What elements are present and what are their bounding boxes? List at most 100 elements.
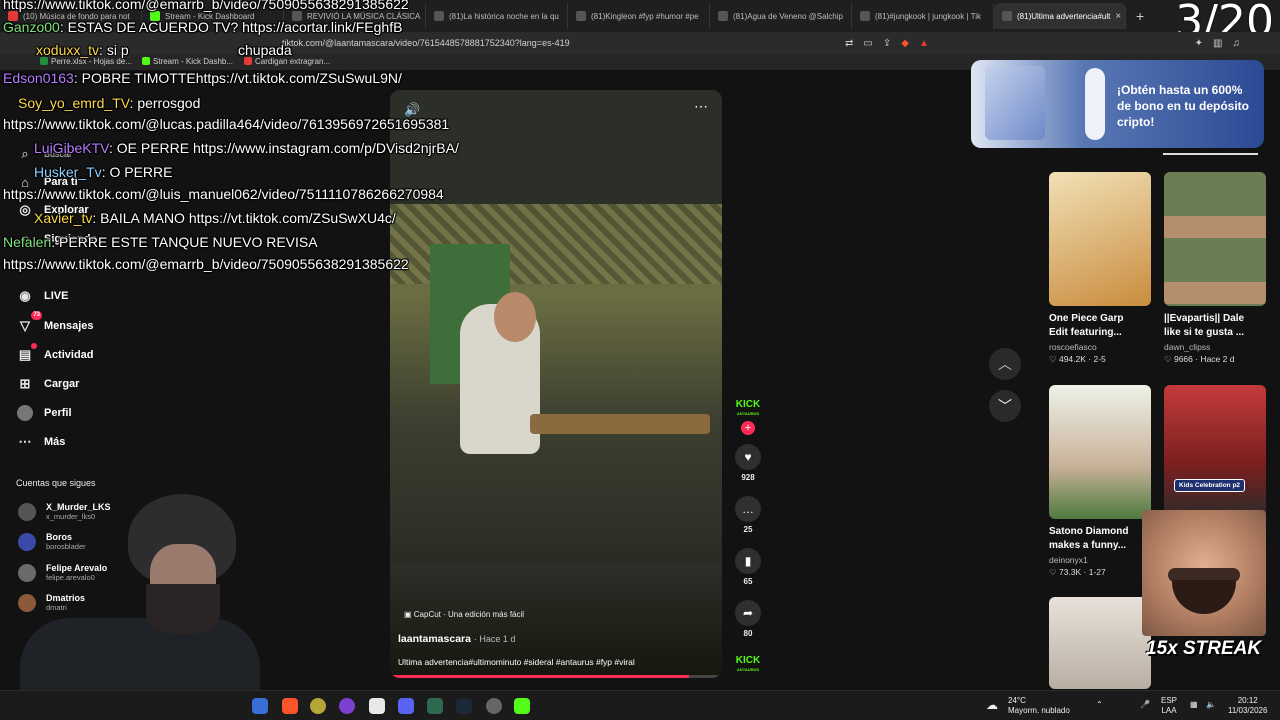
follow-plus-button[interactable]: +	[741, 421, 755, 435]
chat-username[interactable]: Nefalen	[3, 234, 51, 250]
browser-tab[interactable]: (81)Agua de Veneno @Salchip	[710, 3, 852, 29]
previous-video-button[interactable]: ︿	[989, 348, 1021, 380]
settings-gear-icon[interactable]	[486, 698, 502, 714]
share-arrow-icon[interactable]: ➦	[735, 600, 761, 626]
creator-avatar[interactable]: KICK ANTAURUS +	[733, 400, 763, 435]
bookmark-icon[interactable]: ▮	[735, 548, 761, 574]
brave-browser-icon[interactable]	[282, 698, 298, 714]
video-player[interactable]: 🔊 ⋯ ▣ CapCut · Una edición más fácil laa…	[390, 90, 722, 678]
translate-icon[interactable]: ⇄	[845, 38, 853, 49]
cast-icon[interactable]: ▭	[863, 38, 872, 49]
video-thumbnail	[1164, 385, 1266, 519]
bookmark-label: Stream - Kick Dashb...	[153, 57, 234, 66]
brave-shield-icon[interactable]: ◆	[901, 38, 909, 49]
chat-username[interactable]: Edson0163	[3, 70, 74, 86]
sheets-icon	[40, 57, 48, 65]
chat-username[interactable]: Xavier_tv	[34, 210, 92, 226]
app-icon[interactable]	[310, 698, 326, 714]
language-indicator[interactable]: ESP LAA	[1161, 696, 1177, 716]
tray-chevron-icon[interactable]: ⌃	[1096, 700, 1103, 710]
video-author[interactable]: laantamascara · Hace 1 d	[398, 633, 515, 645]
browser-tab[interactable]: (81)#jungkook | jungkook | Tik	[852, 3, 994, 29]
sidebar-item-live[interactable]: ◉ LIVE	[16, 287, 68, 305]
chat-message: Husker_Tv: O PERRE	[34, 164, 172, 180]
network-icon[interactable]: ▦	[1190, 700, 1198, 710]
chat-message: LuiGibeKTV: OE PERRE https://www.instagr…	[34, 140, 459, 156]
gift-box-icon	[985, 66, 1045, 140]
bookmark-item[interactable]: Cardigan extragran...	[244, 57, 330, 66]
obs-icon[interactable]	[339, 698, 355, 714]
lang-code: ESP	[1161, 696, 1178, 705]
terminal-icon[interactable]	[427, 698, 443, 714]
webcam-person-beard	[146, 584, 220, 634]
comment-action[interactable]: … 25	[733, 496, 763, 534]
kick-logo: KICK ANTAURUS	[733, 400, 763, 418]
kick-app-icon[interactable]	[514, 698, 530, 714]
discord-icon[interactable]	[398, 698, 414, 714]
kick-logo: KICK ANTAURUS	[733, 656, 763, 674]
notepad-icon[interactable]	[369, 698, 385, 714]
video-thumbnail	[1049, 597, 1151, 689]
browser-tab[interactable]: (81)Kingleon #fyp #humor #pe	[568, 3, 710, 29]
chat-username[interactable]: Husker_Tv	[34, 164, 102, 180]
laughing-emote-overlay	[1142, 510, 1266, 636]
bookmark-item[interactable]: Perre.xlsx - Hojas de...	[40, 57, 132, 66]
more-options-icon[interactable]: ⋯	[694, 98, 708, 115]
sidebar-item-label: Cargar	[44, 378, 80, 390]
chat-text: : BAILA MANO https://vt.tiktok.com/ZSuSw…	[92, 210, 396, 226]
chat-username[interactable]: Ganzo00	[3, 19, 60, 35]
recommended-video-card[interactable]: Kids Celebration p2	[1164, 385, 1266, 519]
comment-icon[interactable]: …	[735, 496, 761, 522]
recommended-video-card[interactable]: Satono Diamond makes a funny... deinonyx…	[1049, 385, 1151, 578]
chat-username[interactable]: Soy_yo_emrd_TV	[18, 95, 130, 111]
crypto-ad-banner[interactable]: ¡Obtén hasta un 600% de bono en tu depós…	[971, 60, 1264, 148]
recommended-video-card[interactable]: ||Evapartis|| Dale like si te gusta ... …	[1164, 172, 1266, 365]
more-dots-icon: ⋯	[18, 434, 32, 449]
sidebar-item-more[interactable]: ⋯ Más	[16, 433, 66, 451]
capcut-link[interactable]: ▣ CapCut · Una edición más fácil	[404, 610, 524, 619]
recommended-video-card[interactable]: One Piece Garp Edit featuring... roscoef…	[1049, 172, 1151, 365]
recommended-video-card[interactable]	[1049, 597, 1151, 689]
sidebar-item-label: Mensajes	[44, 320, 94, 332]
save-action[interactable]: ▮ 65	[733, 548, 763, 586]
clock-date: 11/03/2026	[1228, 706, 1268, 715]
chat-text: chupada	[238, 42, 292, 58]
next-video-button[interactable]: ﹀	[989, 390, 1021, 422]
like-action[interactable]: ♥ 928	[733, 444, 763, 482]
sidebar-icon[interactable]: ▥	[1213, 38, 1222, 49]
activity-icon: ▤	[16, 343, 37, 364]
video-progress-bar[interactable]	[390, 675, 722, 678]
steam-icon[interactable]	[456, 698, 472, 714]
new-tab-button[interactable]: +	[1126, 8, 1154, 24]
volume-tray-icon[interactable]: 🔈	[1206, 700, 1216, 710]
sidebar-item-profile[interactable]: Perfil	[16, 404, 72, 422]
tab-label: (81)Ultima advertencia#ult	[1017, 11, 1111, 21]
media-icon[interactable]: ♫	[1233, 38, 1241, 49]
chat-username[interactable]: LuiGibeKTV	[34, 140, 109, 156]
microphone-icon[interactable]: 🎤	[1140, 700, 1150, 710]
address-bar: tiktok.com/@laantamascara/video/76154485…	[0, 32, 1280, 54]
file-explorer-icon[interactable]	[252, 698, 268, 714]
thumbnail-caption: Kids Celebration p2	[1174, 479, 1246, 492]
tab-label: (81)#jungkook | jungkook | Tik	[875, 11, 981, 21]
sidebar-item-activity[interactable]: ▤ Actividad	[16, 343, 94, 364]
extensions-icon[interactable]: ✦	[1195, 38, 1203, 49]
browser-tab[interactable]: (81)La histórica noche en la qu	[426, 3, 568, 29]
url-field[interactable]: tiktok.com/@laantamascara/video/76154485…	[282, 38, 570, 48]
heart-icon[interactable]: ♥	[735, 444, 761, 470]
sidebar-item-messages[interactable]: ▽ 73 Mensajes	[16, 311, 94, 335]
chat-message: Xavier_tv: BAILA MANO https://vt.tiktok.…	[34, 210, 396, 226]
share-action[interactable]: ➦ 80	[733, 600, 763, 638]
browser-tab-active[interactable]: (81)Ultima advertencia#ult ×	[994, 3, 1126, 29]
sidebar-item-upload[interactable]: ⊞ Cargar	[16, 375, 80, 393]
card-meta: ♡ 494.2K · 2-5	[1049, 354, 1106, 364]
bookmark-item[interactable]: Stream - Kick Dashb...	[142, 57, 233, 66]
chat-text: : perrosgod	[129, 95, 201, 111]
close-tab-icon[interactable]: ×	[1115, 11, 1121, 22]
weather-widget[interactable]: 24°C Mayorm. nublado	[1008, 696, 1070, 716]
chat-message: Soy_yo_emrd_TV: perrosgod	[18, 95, 200, 111]
share-icon[interactable]: ⇪	[883, 38, 891, 49]
chat-username[interactable]: xoduxx_tv	[36, 42, 99, 58]
clock[interactable]: 20:12 11/03/2026	[1228, 696, 1267, 716]
rewards-icon[interactable]: ▲	[919, 38, 929, 49]
